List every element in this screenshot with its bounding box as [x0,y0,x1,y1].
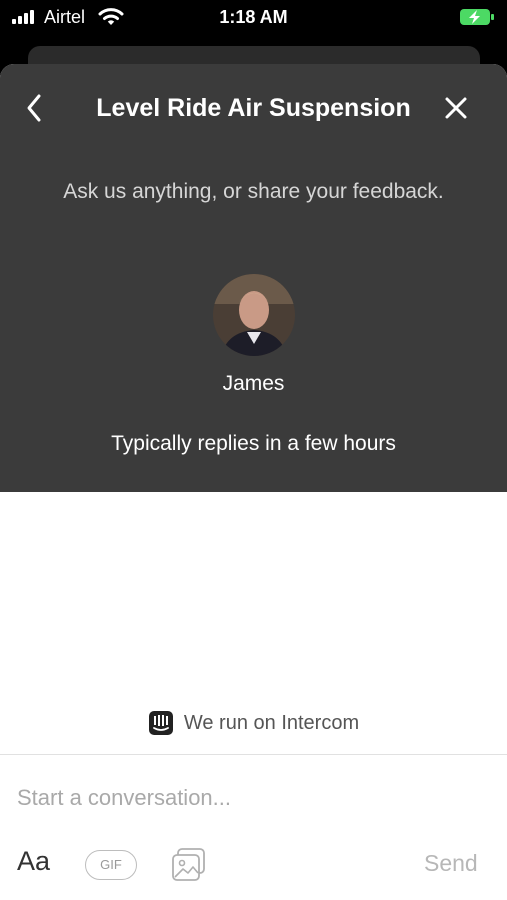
send-button[interactable]: Send [424,850,478,877]
intercom-logo-icon [148,711,173,735]
composer-divider [0,754,507,755]
text-format-button[interactable]: Aa [17,846,50,877]
battery-charging-icon [460,9,494,25]
intercom-attribution[interactable]: We run on Intercom [0,708,507,738]
status-bar: Airtel 1:18 AM [0,0,507,36]
messenger-sheet: Level Ride Air Suspension Ask us anythin… [0,64,507,900]
message-input[interactable] [17,782,487,814]
gif-button[interactable]: GIF [85,850,137,880]
reply-time-text: Typically replies in a few hours [111,432,396,455]
messenger-header: Level Ride Air Suspension Ask us anythin… [0,64,507,492]
status-time: 1:18 AM [219,7,288,27]
close-icon[interactable] [442,94,470,122]
intro-text: Ask us anything, or share your feedback. [63,180,444,203]
image-attach-icon[interactable] [170,846,208,884]
page-title: Level Ride Air Suspension [96,94,411,122]
intercom-attribution-text: We run on Intercom [183,711,360,734]
avatar [213,274,295,356]
agent-name: James [222,372,285,395]
back-chevron-icon[interactable] [22,92,48,124]
